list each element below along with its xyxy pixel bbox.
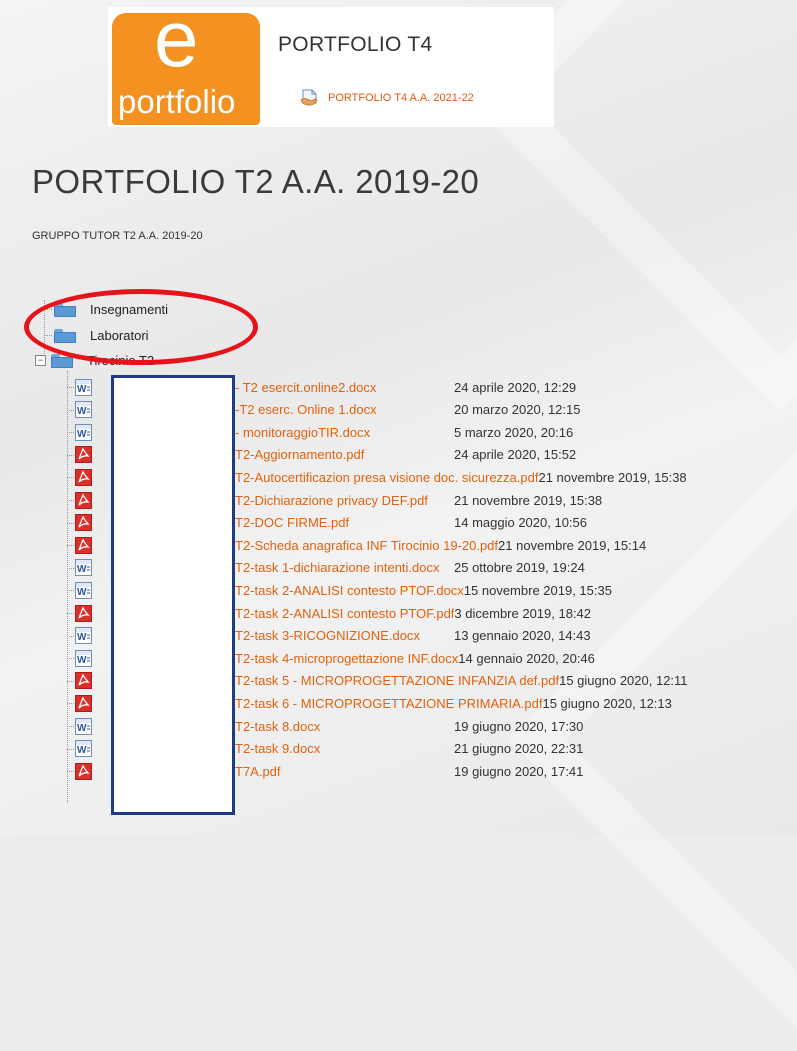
file-link[interactable]: T2-task 5 - MICROPROGETTAZIONE INFANZIA …: [235, 673, 559, 688]
pdf-icon: [75, 491, 92, 509]
word-icon: W: [75, 401, 92, 419]
file-date: 21 giugno 2020, 22:31: [454, 741, 584, 757]
svg-text:W: W: [77, 384, 87, 395]
tree-branch: [67, 477, 74, 479]
file-date: 24 aprile 2020, 15:52: [454, 447, 577, 463]
file-link[interactable]: - T2 esercit.online2.docx: [235, 380, 376, 395]
word-icon: W: [75, 740, 92, 758]
tree-branch: [67, 703, 74, 705]
file-date: 20 marzo 2020, 12:15: [454, 402, 581, 418]
page-icon: [300, 89, 320, 107]
logo-word: portfolio: [118, 83, 236, 120]
pdf-icon: [75, 762, 92, 780]
file-date: 3 dicembre 2019, 18:42: [454, 605, 592, 621]
tree-branch: [67, 545, 74, 547]
pdf-icon: [75, 536, 92, 554]
file-date: 15 giugno 2020, 12:11: [559, 673, 688, 689]
file-link[interactable]: T2-Aggiornamento.pdf: [235, 447, 364, 462]
file-link[interactable]: T2-task 9.docx: [235, 741, 320, 756]
header-card: e portfolio PORTFOLIO T4 PORTFOLIO T4 A.…: [108, 0, 554, 127]
header-title: PORTFOLIO T4: [278, 33, 433, 56]
file-date: 19 giugno 2020, 17:41: [454, 763, 584, 779]
tree-branch: [67, 680, 74, 682]
file-link[interactable]: T7A.pdf: [235, 764, 281, 779]
word-icon: W: [75, 581, 92, 599]
svg-text:W: W: [77, 429, 87, 440]
file-date: 15 novembre 2019, 15:35: [463, 582, 612, 598]
pdf-icon: [75, 672, 92, 690]
word-icon: W: [75, 627, 92, 645]
highlight-ellipse: [24, 289, 258, 365]
pdf-icon: [75, 446, 92, 464]
file-date: 21 novembre 2019, 15:38: [454, 492, 603, 508]
word-icon: W: [75, 717, 92, 735]
file-link[interactable]: T2-task 4-microprogettazione INF.docx: [235, 651, 458, 666]
svg-text:W: W: [77, 406, 87, 417]
svg-text:W: W: [77, 745, 87, 756]
tree-branch: [67, 500, 74, 501]
eportfolio-logo: e portfolio: [112, 0, 260, 125]
tree-branch: [67, 409, 74, 411]
file-link[interactable]: - monitoraggioTIR.docx: [235, 425, 370, 440]
file-link[interactable]: T2-task 1-dichiarazione intenti.docx: [235, 560, 440, 575]
file-link[interactable]: T2-task 8.docx: [235, 719, 320, 734]
svg-text:W: W: [77, 723, 87, 734]
file-link[interactable]: T2-Dichiarazione privacy DEF.pdf: [235, 493, 428, 508]
pdf-icon: [75, 514, 92, 532]
group-label: GRUPPO TUTOR T2 A.A. 2019-20: [32, 230, 203, 242]
tree-branch: [67, 432, 74, 434]
svg-text:W: W: [77, 655, 87, 666]
collapse-toggle[interactable]: −: [35, 355, 46, 366]
file-link[interactable]: T2-Autocertificazion presa visione doc. …: [235, 470, 538, 485]
tree-branch: [67, 387, 74, 388]
tree-branch: [67, 726, 74, 727]
file-link[interactable]: T2-task 3-RICOGNIZIONE.docx: [235, 628, 420, 643]
tree-branch: [67, 522, 74, 524]
svg-text:W: W: [77, 632, 87, 643]
tree-connector: [67, 371, 68, 803]
tree-branch: [67, 635, 74, 637]
file-date: 25 ottobre 2019, 19:24: [454, 560, 585, 576]
file-date: 24 aprile 2020, 12:29: [454, 379, 577, 395]
pdf-icon: [75, 468, 92, 486]
tree-branch: [67, 658, 74, 660]
tree-branch: [67, 567, 74, 569]
file-link[interactable]: T2-Scheda anagrafica INF Tirocinio 19-20…: [235, 538, 498, 553]
pdf-icon: [75, 694, 92, 712]
tree-branch: [67, 771, 74, 773]
file-date: 14 gennaio 2020, 20:46: [458, 650, 595, 666]
file-date: 21 novembre 2019, 15:14: [498, 537, 647, 553]
file-link[interactable]: T2-task 6 - MICROPROGETTAZIONE PRIMARIA.…: [235, 696, 542, 711]
word-icon: W: [75, 559, 92, 577]
word-icon: W: [75, 423, 92, 441]
file-date: 21 novembre 2019, 15:38: [538, 469, 687, 485]
tree-branch: [67, 454, 74, 456]
redaction-box: [111, 375, 235, 815]
word-icon: W: [75, 378, 92, 396]
page-title: PORTFOLIO T2 A.A. 2019-20: [32, 163, 480, 200]
file-date: 5 marzo 2020, 20:16: [454, 424, 574, 440]
logo-letter: e: [154, 0, 199, 83]
tree-branch: [67, 748, 74, 750]
file-date: 14 maggio 2020, 10:56: [454, 515, 587, 531]
portfolio-t4-link[interactable]: PORTFOLIO T4 A.A. 2021-22: [300, 89, 474, 107]
svg-text:W: W: [77, 587, 87, 598]
portfolio-t4-link-label[interactable]: PORTFOLIO T4 A.A. 2021-22: [328, 92, 474, 104]
file-link[interactable]: T2-DOC FIRME.pdf: [235, 515, 349, 530]
file-link[interactable]: T2-task 2-ANALISI contesto PTOF.pdf: [235, 606, 454, 621]
file-link[interactable]: T2-task 2-ANALISI contesto PTOF.docx: [235, 583, 464, 598]
tree-branch: [67, 590, 74, 592]
svg-text:W: W: [77, 564, 87, 575]
pdf-icon: [75, 604, 92, 622]
file-date: 15 giugno 2020, 12:13: [542, 695, 672, 711]
word-icon: W: [75, 649, 92, 667]
file-date: 19 giugno 2020, 17:30: [454, 718, 584, 734]
tree-branch: [67, 613, 74, 614]
file-date: 13 gennaio 2020, 14:43: [454, 628, 591, 644]
file-link[interactable]: -T2 eserc. Online 1.docx: [235, 402, 377, 417]
